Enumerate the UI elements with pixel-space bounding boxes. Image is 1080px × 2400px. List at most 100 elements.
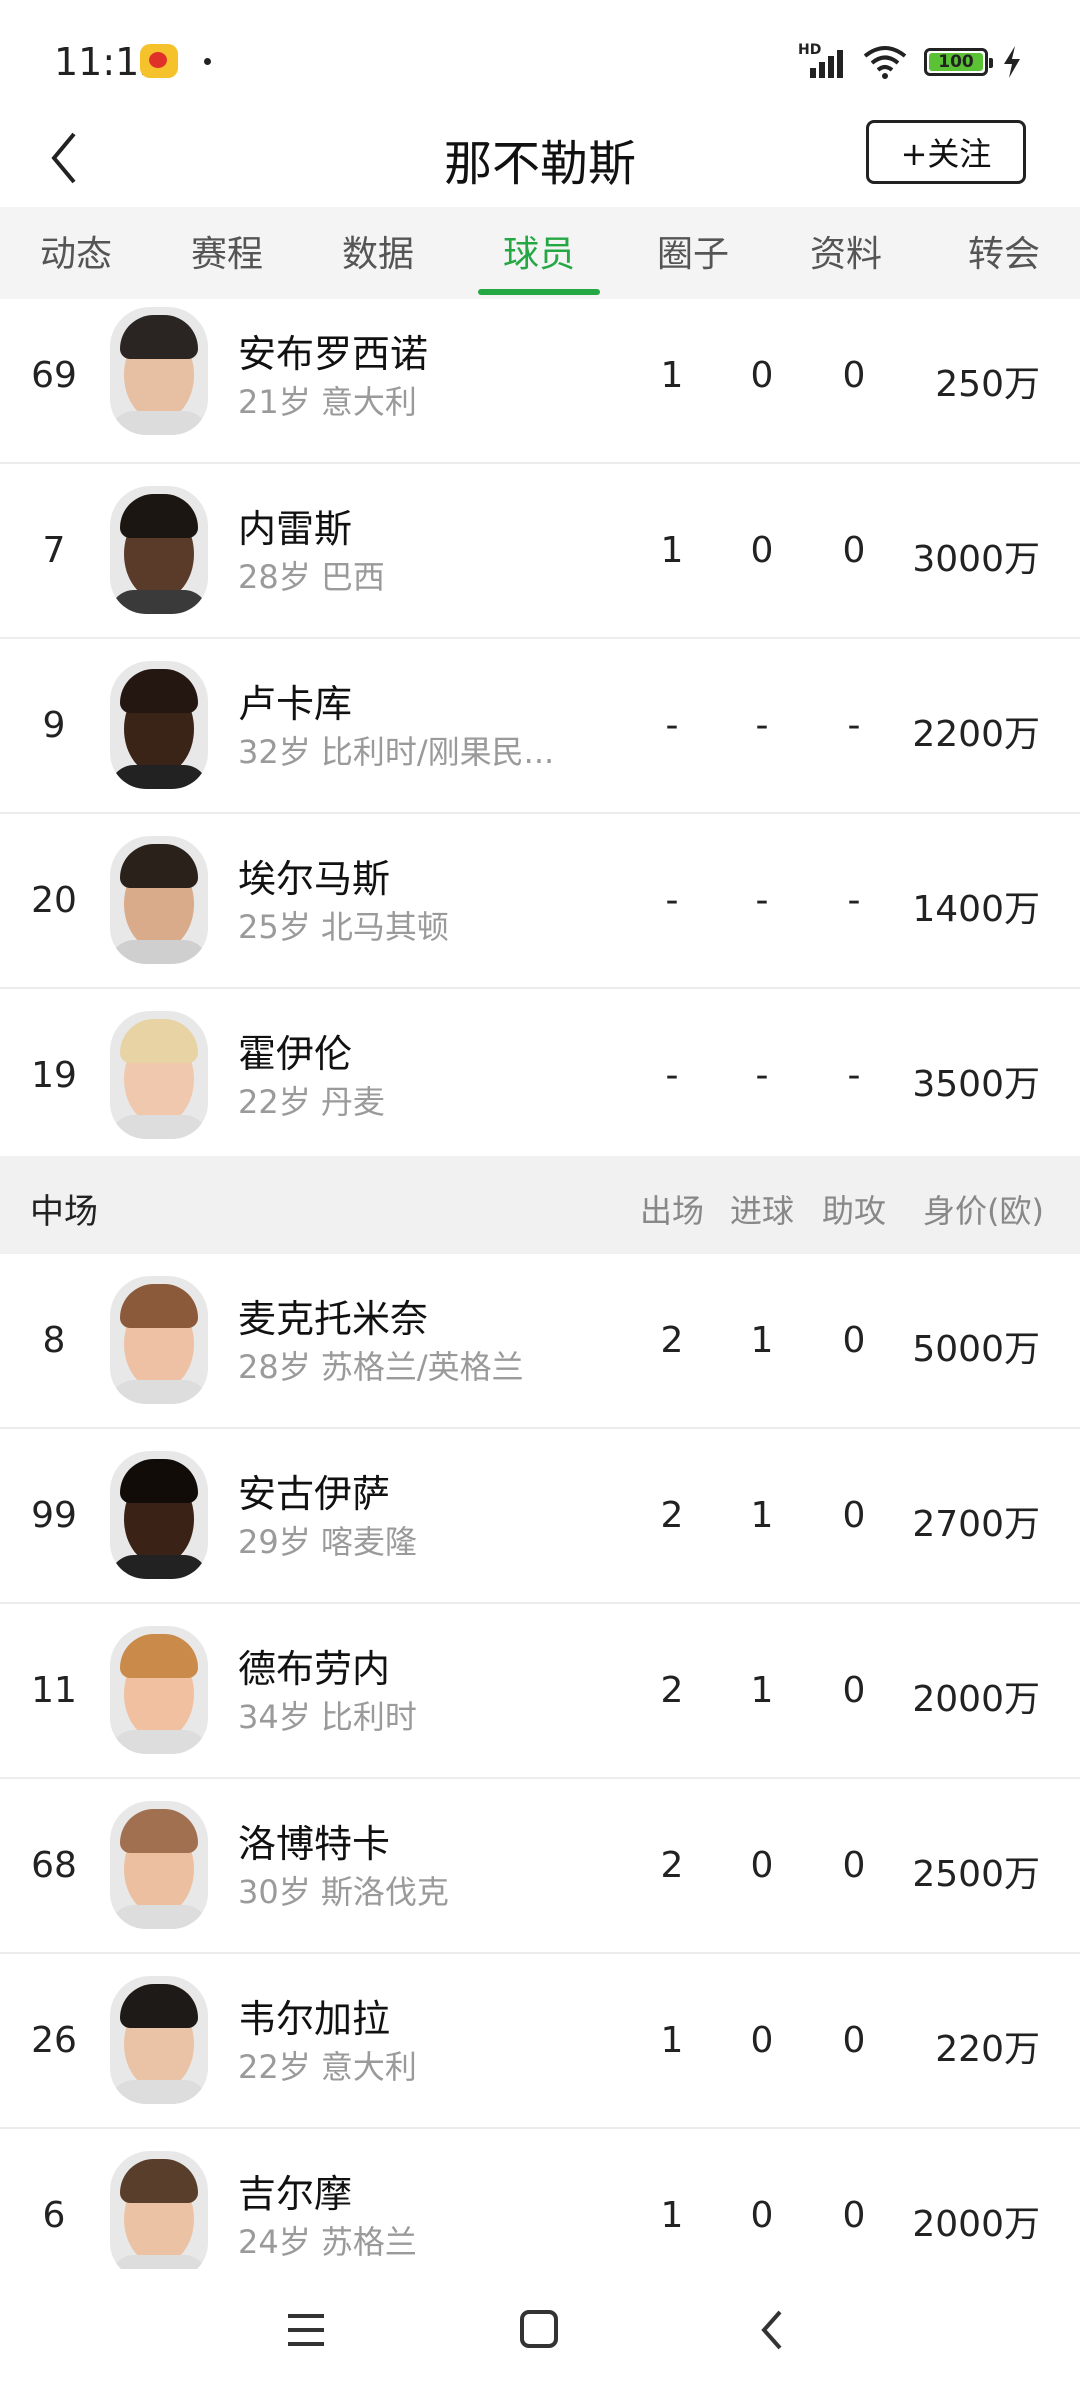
player-info: 29岁 喀麦隆 <box>238 1523 417 1561</box>
player-info: 22岁 丹麦 <box>238 1083 385 1121</box>
player-info: 24岁 苏格兰 <box>238 2223 417 2261</box>
menu-icon[interactable] <box>284 2308 328 2352</box>
section-header-midfield: 中场 出场 进球 助攻 身价(欧) <box>0 1156 1080 1254</box>
tab-players[interactable]: 球员 <box>469 225 609 277</box>
player-number: 99 <box>31 1495 77 1536</box>
player-appearances: - <box>665 880 679 921</box>
player-goals: 0 <box>750 2020 774 2061</box>
player-row[interactable]: 8 麦克托米奈 28岁 苏格兰/英格兰 2 1 0 5000万 <box>0 1254 1080 1429</box>
player-row[interactable]: 69 安布罗西诺 21岁 意大利 1 0 0 250万 <box>0 299 1080 464</box>
system-navigation-bar <box>0 2270 1080 2400</box>
player-name: 霍伊伦 <box>238 1032 353 1076</box>
player-goals: - <box>755 1055 769 1096</box>
player-row[interactable]: 11 德布劳内 34岁 比利时 2 1 0 2000万 <box>0 1604 1080 1779</box>
player-appearances: - <box>665 705 679 746</box>
player-number: 26 <box>31 2020 77 2061</box>
player-appearances: 1 <box>660 2195 684 2236</box>
player-info: 34岁 比利时 <box>238 1698 417 1736</box>
section-title: 中场 <box>30 1192 98 1232</box>
column-value: 身价(欧) <box>923 1192 1044 1230</box>
player-info: 21岁 意大利 <box>238 383 417 421</box>
tab-data[interactable]: 数据 <box>308 225 448 277</box>
player-avatar <box>110 1976 208 2104</box>
column-assists: 助攻 <box>821 1192 886 1230</box>
player-value: 5000万 <box>912 1329 1040 1370</box>
column-appearances: 出场 <box>639 1192 704 1230</box>
player-avatar <box>110 1011 208 1139</box>
player-value: 1400万 <box>912 889 1040 930</box>
player-row[interactable]: 20 埃尔马斯 25岁 北马其顿 - - - 1400万 <box>0 814 1080 989</box>
battery-icon: 100 <box>924 48 993 76</box>
player-goals: 0 <box>750 530 774 571</box>
player-name: 韦尔加拉 <box>238 1997 391 2041</box>
follow-button[interactable]: +关注 <box>866 120 1026 184</box>
player-avatar <box>110 486 208 614</box>
player-name: 埃尔马斯 <box>238 857 391 901</box>
player-avatar <box>110 1626 208 1754</box>
tab-bar: 动态 赛程 数据 球员 圈子 资料 转会 <box>0 207 1080 299</box>
player-goals: 0 <box>750 2195 774 2236</box>
player-value: 2000万 <box>912 2204 1040 2245</box>
player-appearances: 2 <box>660 1495 684 1536</box>
player-row[interactable]: 99 安古伊萨 29岁 喀麦隆 2 1 0 2700万 <box>0 1429 1080 1604</box>
tab-transfers[interactable]: 转会 <box>934 225 1074 277</box>
player-info: 28岁 巴西 <box>238 558 385 596</box>
player-info: 22岁 意大利 <box>238 2048 417 2086</box>
player-goals: - <box>755 880 769 921</box>
player-appearances: 2 <box>660 1845 684 1886</box>
player-goals: 1 <box>750 1495 774 1536</box>
player-number: 8 <box>42 1320 66 1361</box>
player-value: 2000万 <box>912 1679 1040 1720</box>
player-value: 2500万 <box>912 1854 1040 1895</box>
player-assists: 0 <box>842 2195 866 2236</box>
player-number: 7 <box>42 530 66 571</box>
player-name: 安古伊萨 <box>238 1472 391 1516</box>
player-name: 德布劳内 <box>238 1647 391 1691</box>
player-value: 250万 <box>935 364 1040 405</box>
player-info: 28岁 苏格兰/英格兰 <box>238 1348 524 1386</box>
player-assists: 0 <box>842 1845 866 1886</box>
header: 那不勒斯 +关注 <box>0 110 1080 210</box>
notification-dot-icon <box>204 58 211 65</box>
charging-icon <box>1004 46 1020 78</box>
player-goals: 1 <box>750 1320 774 1361</box>
player-value: 2200万 <box>912 714 1040 755</box>
player-list[interactable]: 69 安布罗西诺 21岁 意大利 1 0 0 250万 7 内雷斯 28岁 巴西… <box>0 299 1080 2269</box>
player-assists: 0 <box>842 1495 866 1536</box>
player-assists: 0 <box>842 530 866 571</box>
tab-circle[interactable]: 圈子 <box>623 225 763 277</box>
player-row[interactable]: 7 内雷斯 28岁 巴西 1 0 0 3000万 <box>0 464 1080 639</box>
player-row[interactable]: 68 洛博特卡 30岁 斯洛伐克 2 0 0 2500万 <box>0 1779 1080 1954</box>
player-value: 3000万 <box>912 539 1040 580</box>
player-appearances: - <box>665 1055 679 1096</box>
player-info: 32岁 比利时/刚果民... <box>238 733 555 771</box>
player-name: 麦克托米奈 <box>238 1297 429 1341</box>
player-row[interactable]: 19 霍伊伦 22岁 丹麦 - - - 3500万 <box>0 989 1080 1164</box>
back-icon[interactable] <box>756 2306 788 2354</box>
player-number: 19 <box>31 1055 77 1096</box>
cellular-signal-icon <box>810 50 843 78</box>
player-number: 9 <box>42 705 66 746</box>
player-appearances: 1 <box>660 530 684 571</box>
wifi-icon <box>863 46 907 79</box>
active-tab-indicator <box>478 289 600 295</box>
tab-profile[interactable]: 资料 <box>776 225 916 277</box>
player-assists: 0 <box>842 2020 866 2061</box>
player-name: 卢卡库 <box>238 682 353 726</box>
tab-dynamics[interactable]: 动态 <box>6 225 146 277</box>
player-appearances: 2 <box>660 1320 684 1361</box>
player-name: 吉尔摩 <box>238 2172 353 2216</box>
player-number: 11 <box>31 1670 77 1711</box>
player-goals: 0 <box>750 355 774 396</box>
player-assists: 0 <box>842 1670 866 1711</box>
player-row[interactable]: 6 吉尔摩 24岁 苏格兰 1 0 0 2000万 <box>0 2129 1080 2269</box>
player-name: 洛博特卡 <box>238 1822 391 1866</box>
player-row[interactable]: 26 韦尔加拉 22岁 意大利 1 0 0 220万 <box>0 1954 1080 2129</box>
player-row[interactable]: 9 卢卡库 32岁 比利时/刚果民... - - - 2200万 <box>0 639 1080 814</box>
player-value: 2700万 <box>912 1504 1040 1545</box>
tab-schedule[interactable]: 赛程 <box>157 225 297 277</box>
home-icon[interactable] <box>518 2308 560 2350</box>
player-name: 安布罗西诺 <box>238 332 429 376</box>
player-appearances: 1 <box>660 355 684 396</box>
status-bar: 11:12 HD 100 <box>0 0 1080 120</box>
